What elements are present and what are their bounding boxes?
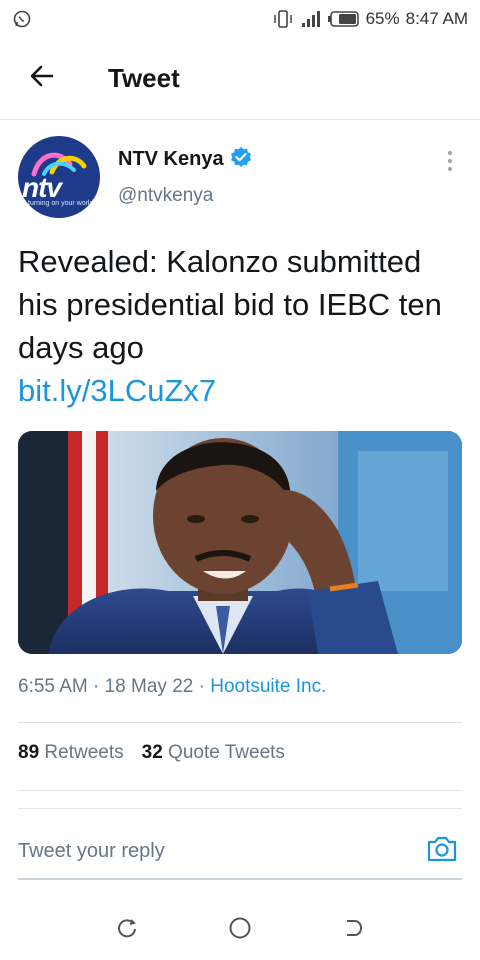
signal-icon [300,9,322,29]
retweets-label: Retweets [44,742,124,763]
divider [18,790,462,791]
page-title: Tweet [108,63,180,93]
back-nav-button[interactable] [333,910,373,950]
home-button[interactable] [220,910,260,950]
divider [18,808,462,809]
quote-tweets-stat[interactable]: 32 Quote Tweets [142,742,285,764]
recent-apps-icon [116,917,138,944]
battery-icon [327,10,360,28]
tweet-meta: 6:55 AM · 18 May 22 · Hootsuite Inc. [18,676,326,698]
meta-separator: · [193,676,211,697]
retweets-count: 89 [18,742,40,763]
camera-button[interactable] [422,831,462,871]
avatar[interactable]: ntv turning on your world [18,136,100,218]
arrow-left-icon [28,62,56,95]
divider [18,722,462,723]
back-nav-icon [342,917,364,944]
quote-tweets-count: 32 [141,742,163,763]
clock: 8:47 AM [405,9,468,28]
meta-separator: · [87,676,105,697]
tweet-date: 18 May 22 [104,676,194,697]
tweet-source-link[interactable]: Hootsuite Inc. [210,676,326,697]
whatsapp-icon [12,9,32,29]
more-vertical-icon [447,150,453,177]
camera-icon [426,835,458,868]
tweet-text: Revealed: Kalonzo submitted his presiden… [18,244,442,365]
status-bar: 65% 8:47 AM [0,0,480,38]
politician-photo [18,431,462,654]
recent-apps-button[interactable] [107,910,147,950]
tweet-stats: 89 Retweets 32 Quote Tweets [18,742,285,764]
reply-composer: Tweet your reply [18,824,462,880]
app-bar: Tweet [0,38,480,120]
tweet-author: ntv turning on your world NTV Kenya @ntv… [18,136,462,220]
quote-tweets-label: Quote Tweets [168,742,285,763]
verified-badge-icon [230,146,252,173]
retweets-stat[interactable]: 89 Retweets [18,742,124,764]
more-options-button[interactable] [438,148,462,178]
avatar-tagline: turning on your world [28,200,94,207]
reply-input[interactable]: Tweet your reply [18,840,165,863]
vibrate-icon [272,9,294,29]
tweet-photo[interactable] [18,431,462,654]
author-handle[interactable]: @ntvkenya [118,185,252,207]
tweet-body: Revealed: Kalonzo submitted his presiden… [18,240,462,412]
home-circle-icon [228,916,252,945]
tweet-time: 6:55 AM [18,676,88,697]
author-name[interactable]: NTV Kenya [118,148,224,171]
system-nav-bar [0,900,480,960]
tweet-link[interactable]: bit.ly/3LCuZx7 [18,369,462,412]
battery-percent: 65% [365,9,400,28]
back-button[interactable] [0,38,84,120]
